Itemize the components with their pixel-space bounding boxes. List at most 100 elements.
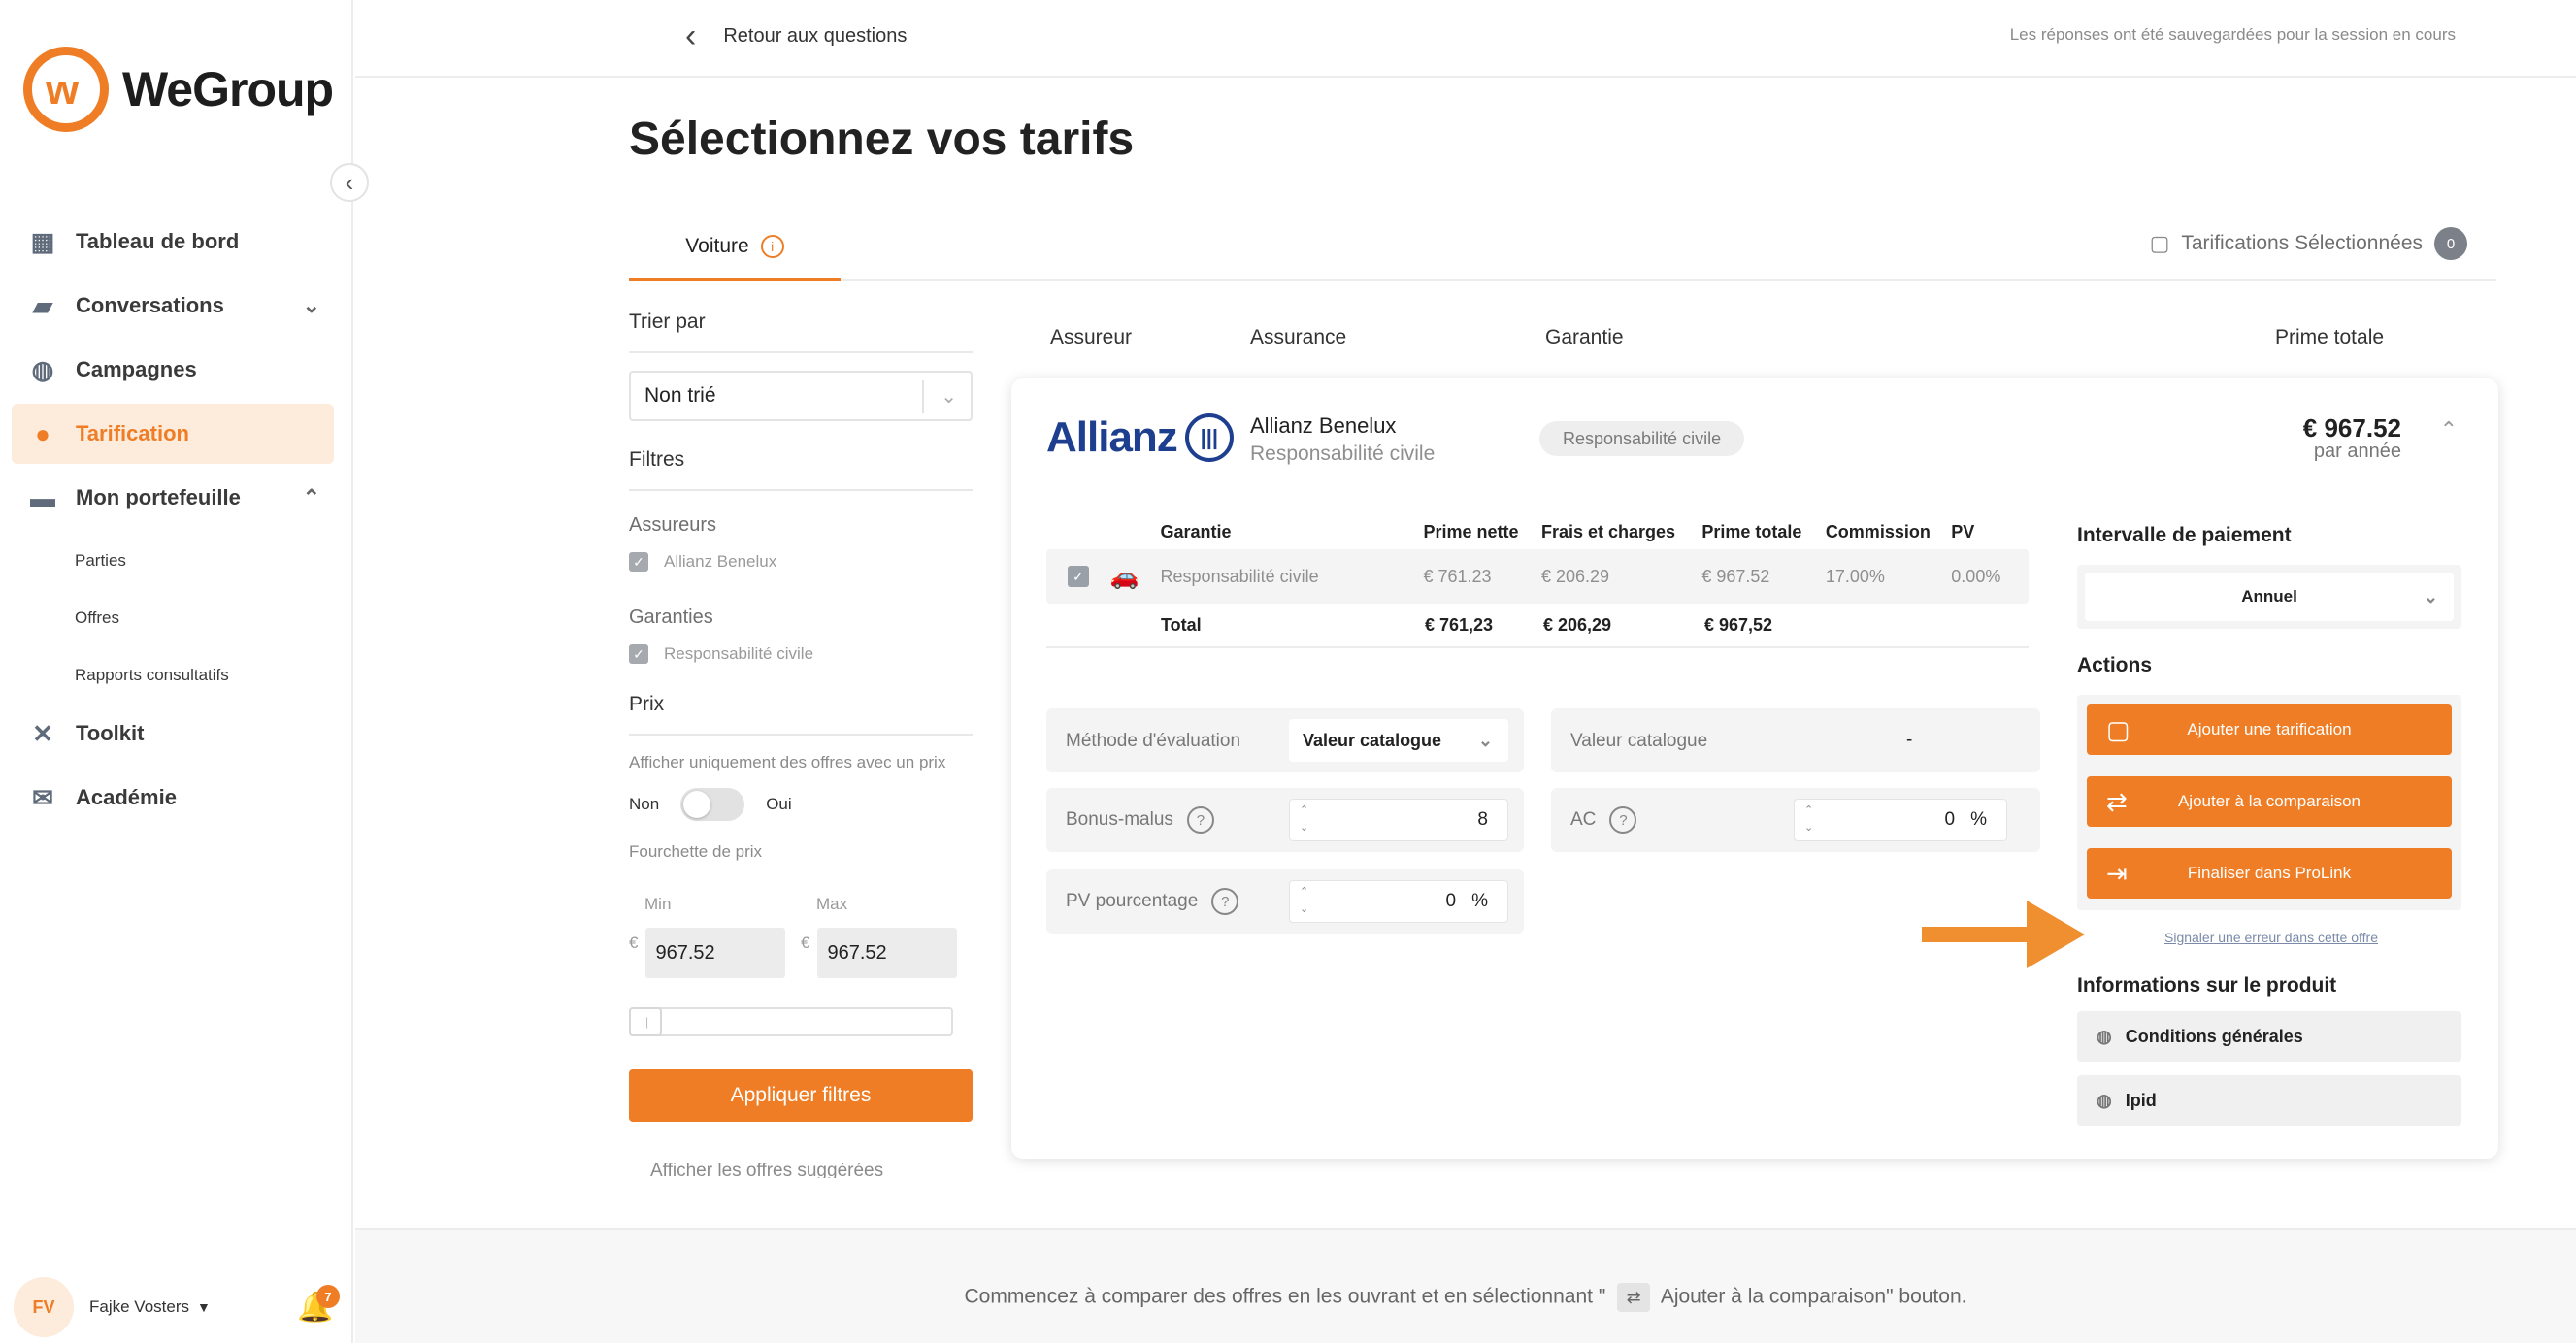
premium-period: par année [2313, 441, 2401, 462]
checkbox-checked-icon[interactable]: ✓ [1067, 566, 1089, 587]
ac-value: 0 [1944, 809, 1956, 830]
help-icon[interactable]: ? [1609, 806, 1637, 834]
nav-item-tarification[interactable]: ● Tarification [12, 404, 334, 464]
sort-value: Non trié [644, 384, 716, 407]
price-toggle-row: Non Oui [629, 788, 973, 821]
stepper-arrows-icon[interactable]: ⌃ ⌄ [1300, 883, 1308, 918]
add-to-comparison-button[interactable]: ⇄ Ajouter à la comparaison [2087, 776, 2452, 827]
help-icon[interactable]: ? [1211, 888, 1239, 915]
stepper-arrows-icon[interactable]: ⌃ ⌄ [1804, 802, 1813, 836]
nav-label: Tableau de bord [76, 229, 240, 253]
user-bar: FV Fajke Vosters ▼ 🔔 7 [0, 1271, 353, 1343]
payment-interval-value: Annuel [2241, 587, 2297, 606]
sub-item-offers[interactable]: Offres [12, 589, 334, 646]
back-to-questions-link[interactable]: ‹ Retour aux questions [685, 19, 907, 52]
report-error-link[interactable]: Signaler une erreur dans cette offre [2077, 930, 2465, 945]
sub-item-parties[interactable]: Parties [12, 532, 334, 589]
checkbox-checked-icon[interactable]: ✓ [629, 552, 648, 572]
tools-icon: ✕ [32, 718, 53, 748]
selected-tariffs[interactable]: ▢ Tarifications Sélectionnées 0 [2150, 227, 2467, 260]
apply-filters-button[interactable]: Appliquer filtres [629, 1069, 973, 1122]
td-pv: 0.00% [1951, 566, 2001, 586]
car-icon: 🚗 [1109, 563, 1139, 590]
max-price-input[interactable]: 967.52 [817, 928, 958, 978]
tab-bar: Voiture i ▢ Tarifications Sélectionnées … [629, 213, 2496, 281]
payment-interval-heading: Intervalle de paiement [2077, 524, 2292, 546]
nav-item-toolkit[interactable]: ✕ Toolkit [12, 704, 334, 764]
guarantee-filter-rc[interactable]: ✓ Responsabilité civile [629, 644, 973, 664]
collapse-sidebar-button[interactable]: ‹ [330, 163, 369, 202]
pv-percentage-box: PV pourcentage ? ⌃ ⌄ 0 % [1046, 869, 1524, 934]
total-premium: € 967.52 [2302, 413, 2401, 442]
wegroup-logo[interactable]: w WeGroup [23, 47, 334, 132]
total-fees: € 206,29 [1543, 614, 1612, 635]
price-range-slider[interactable]: || [629, 1007, 953, 1036]
ac-label-wrap: AC ? [1570, 806, 1637, 834]
payment-interval-select[interactable]: Annuel ⌄ [2085, 573, 2454, 621]
nav-label: Mon portefeuille [76, 485, 241, 509]
finalize-prolink-label: Finaliser dans ProLink [2187, 864, 2352, 882]
caret-down-icon[interactable]: ▼ [197, 1299, 211, 1315]
user-name[interactable]: Fajke Vosters [89, 1297, 189, 1317]
info-icon[interactable]: i [760, 234, 784, 258]
price-heading: Prix [629, 693, 973, 736]
checkbox-checked-icon[interactable]: ✓ [629, 644, 648, 664]
th-net-premium: Prime nette [1423, 521, 1519, 541]
ac-input[interactable]: ⌃ ⌄ 0 % [1794, 799, 2007, 841]
col-header-insurance: Assurance [1250, 326, 1347, 348]
insurer-filter-allianz[interactable]: ✓ Allianz Benelux [629, 552, 973, 572]
pv-percentage-input[interactable]: ⌃ ⌄ 0 % [1289, 880, 1508, 923]
chevron-up-icon[interactable]: ⌃ [303, 485, 320, 510]
price-range-label: Fourchette de prix [629, 842, 763, 861]
chevron-left-icon: ‹ [685, 17, 697, 54]
min-label: Min [644, 895, 672, 913]
avatar[interactable]: FV [14, 1277, 74, 1337]
globe-icon: ◍ [2097, 1090, 2112, 1110]
brand-name: WeGroup [122, 62, 334, 116]
price-only-toggle[interactable] [680, 788, 745, 821]
th-fees: Frais et charges [1540, 521, 1676, 541]
selected-count-badge: 0 [2434, 227, 2467, 260]
allianz-logo: Allianz ||| [1046, 413, 1234, 462]
nav-item-conversations[interactable]: ▰ Conversations ⌄ [12, 276, 334, 336]
allianz-emblem-icon: ||| [1184, 413, 1234, 462]
evaluation-method-box: Méthode d'évaluation Valeur catalogue ⌄ [1046, 708, 1524, 772]
guarantee-pill: Responsabilité civile [1539, 421, 1745, 456]
table-row: ✓ 🚗 Responsabilité civile € 761.23 € 206… [1046, 549, 2029, 604]
td-total-premium: € 967.52 [1701, 566, 1770, 586]
comparison-hint-bar: Commencez à comparer des offres en les o… [355, 1228, 2576, 1343]
saved-note: Les réponses ont été sauvegardées pour l… [2009, 25, 2456, 44]
arrow-right-icon [1922, 901, 2085, 968]
sort-select[interactable]: Non trié ⌄ [629, 371, 973, 421]
ipid-button[interactable]: ◍ Ipid [2077, 1075, 2461, 1126]
chevron-down-icon[interactable]: ⌄ [303, 293, 320, 318]
stepper-arrows-icon[interactable]: ⌃ ⌄ [1300, 802, 1308, 836]
show-suggested-offers-link[interactable]: Afficher les offres suggérées [629, 1161, 973, 1178]
sidebar: w WeGroup ▦ Tableau de bord ▰ Conversati… [0, 0, 353, 1343]
evaluation-method-value: Valeur catalogue [1303, 730, 1442, 750]
comparison-hint: Commencez à comparer des offres en les o… [355, 1283, 2576, 1312]
td-net-premium: € 761.23 [1423, 566, 1492, 586]
add-tarification-button[interactable]: ▢ Ajouter une tarification [2087, 704, 2452, 755]
collapse-offer-chevron-icon[interactable]: ⌃ [2440, 417, 2458, 442]
finalize-prolink-button[interactable]: ⇥ Finaliser dans ProLink [2087, 848, 2452, 899]
nav-item-academy[interactable]: ✉ Académie [12, 768, 334, 828]
table-total-row: Total € 761,23 € 206,29 € 967,52 [1046, 604, 2029, 648]
bonus-malus-input[interactable]: ⌃ ⌄ 8 [1289, 799, 1508, 841]
nav-item-portfolio[interactable]: ▬ Mon portefeuille ⌃ [12, 468, 334, 528]
toggle-off-label: Non [629, 795, 660, 813]
general-conditions-button[interactable]: ◍ Conditions générales [2077, 1011, 2461, 1062]
help-icon[interactable]: ? [1186, 806, 1214, 834]
min-price-input[interactable]: 967.52 [645, 928, 786, 978]
nav-item-dashboard[interactable]: ▦ Tableau de bord [12, 212, 334, 272]
topbar: ‹ Retour aux questions Les réponses ont … [355, 0, 2576, 78]
td-fees: € 206.29 [1540, 566, 1610, 586]
nav-label: Toolkit [76, 721, 145, 745]
nav-item-campaigns[interactable]: ◍ Campagnes [12, 340, 334, 400]
actions-heading: Actions [2077, 654, 2153, 676]
filters-heading: Filtres [629, 448, 973, 491]
tab-car[interactable]: Voiture i [629, 213, 841, 281]
sub-item-reports[interactable]: Rapports consultatifs [12, 646, 334, 704]
slider-handle[interactable]: || [629, 1007, 662, 1036]
evaluation-method-select[interactable]: Valeur catalogue ⌄ [1289, 719, 1508, 762]
